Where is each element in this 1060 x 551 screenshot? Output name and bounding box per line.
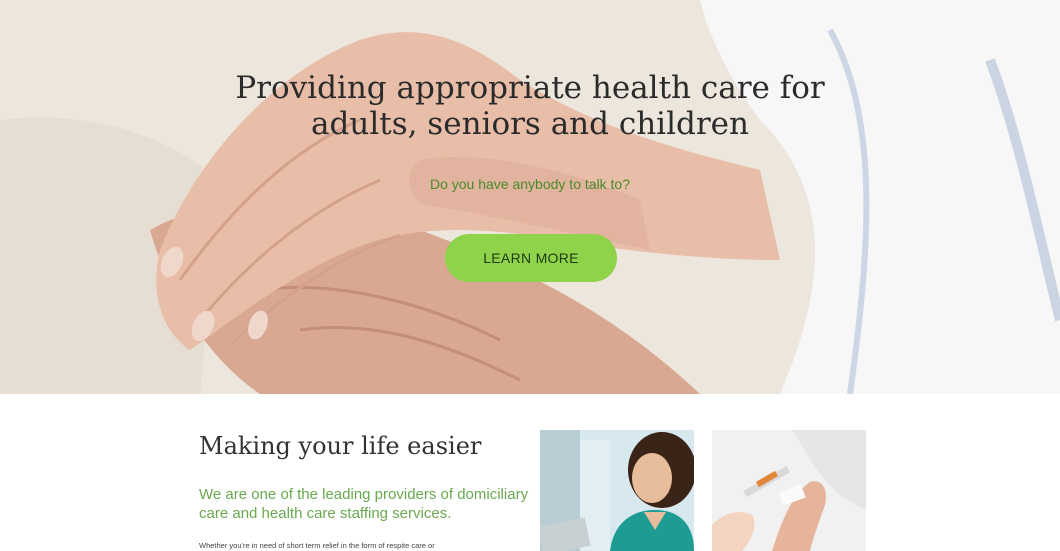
- nurse-photo[interactable]: [540, 430, 694, 551]
- hero-section: Providing appropriate health care for ad…: [0, 0, 1060, 394]
- iv-drip-photo[interactable]: [712, 430, 866, 551]
- section-title: Making your life easier: [199, 432, 482, 460]
- hero-subtitle: Do you have anybody to talk to?: [429, 176, 631, 192]
- section-lead: We are one of the leading providers of d…: [199, 486, 529, 522]
- hero-title-line-2: adults, seniors and children: [311, 106, 749, 142]
- nurse-photo-illustration: [540, 430, 694, 551]
- section-body-text: Whether you're in need of short term rel…: [199, 541, 435, 550]
- iv-drip-illustration: [712, 430, 866, 551]
- holding-hands-photo: [0, 0, 1060, 394]
- learn-more-button[interactable]: LEARN MORE: [445, 234, 617, 282]
- hero-title-line-1: Providing appropriate health care for: [235, 70, 825, 106]
- hero-title: Providing appropriate health care for ad…: [0, 70, 1060, 142]
